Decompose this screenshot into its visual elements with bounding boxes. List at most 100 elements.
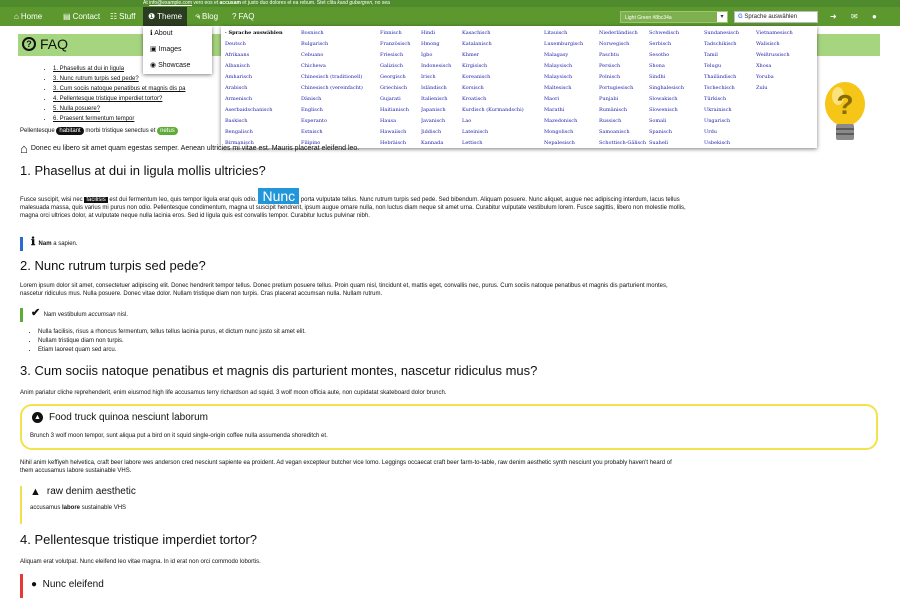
language-option[interactable]: Sundanesisch <box>704 28 756 39</box>
language-option[interactable]: Javanisch <box>421 116 462 127</box>
language-option[interactable]: Marathi <box>544 105 599 116</box>
language-option[interactable]: Türkisch <box>704 94 756 105</box>
theme-select[interactable]: Light Green #8bc34a ▾ <box>620 11 728 23</box>
login-icon[interactable]: ➜ <box>830 7 837 26</box>
language-option[interactable]: Französisch <box>380 39 421 50</box>
language-option[interactable]: Albanisch <box>225 61 301 72</box>
language-option[interactable]: Jiddisch <box>421 127 462 138</box>
language-option[interactable]: Bengalisch <box>225 127 301 138</box>
language-option[interactable]: Zulu <box>756 83 816 94</box>
language-option[interactable]: Mongolisch <box>544 127 599 138</box>
language-option[interactable]: Nepalesisch <box>544 138 599 149</box>
language-option[interactable]: Griechisch <box>380 83 421 94</box>
language-option[interactable]: Chinesisch (vereinfacht) <box>301 83 380 94</box>
language-option[interactable]: Hausa <box>380 116 421 127</box>
language-option[interactable]: Hindi <box>421 28 462 39</box>
language-option[interactable]: Kurdisch (Kurmandschi) <box>462 105 544 116</box>
language-option[interactable]: Portugiesisch <box>599 83 649 94</box>
language-option[interactable]: Chinesisch (traditionell) <box>301 72 380 83</box>
language-option[interactable]: Kroatisch <box>462 94 544 105</box>
language-option[interactable]: Cebuano <box>301 50 380 61</box>
language-option[interactable]: Katalanisch <box>462 39 544 50</box>
menu-item-about[interactable]: ℹ About <box>143 26 212 42</box>
language-option[interactable]: Koreanisch <box>462 72 544 83</box>
language-option[interactable]: Deutsch <box>225 39 301 50</box>
language-option[interactable]: Hebräisch <box>380 138 421 149</box>
language-option[interactable]: Yoruba <box>756 72 816 83</box>
language-option[interactable]: Sesotho <box>649 50 704 61</box>
language-option[interactable]: Malaysisch <box>544 61 599 72</box>
language-option[interactable]: Khmer <box>462 50 544 61</box>
menu-item-showcase[interactable]: ◉ Showcase <box>143 58 212 74</box>
language-option[interactable]: Isländisch <box>421 83 462 94</box>
menu-item-images[interactable]: ▣ Images <box>143 42 212 58</box>
language-option[interactable]: Maori <box>544 94 599 105</box>
language-option[interactable]: Estnisch <box>301 127 380 138</box>
language-option[interactable]: Dänisch <box>301 94 380 105</box>
language-option[interactable]: Hawaiisch <box>380 127 421 138</box>
language-option[interactable]: Slowenisch <box>649 105 704 116</box>
language-option[interactable]: Friesisch <box>380 50 421 61</box>
language-option[interactable]: Vietnamesisch <box>756 28 816 39</box>
language-option[interactable]: Amharisch <box>225 72 301 83</box>
language-option[interactable]: Georgisch <box>380 72 421 83</box>
language-option[interactable]: Suaheli <box>649 138 704 149</box>
language-option[interactable]: Singhalesisch <box>649 83 704 94</box>
language-option[interactable]: Schwedisch <box>649 28 704 39</box>
toc-link[interactable]: 5. Nulla posuere? <box>53 104 185 114</box>
language-option[interactable]: Baskisch <box>225 116 301 127</box>
nav-faq[interactable]: ? FAQ <box>232 7 254 26</box>
language-option[interactable]: Gujarati <box>380 94 421 105</box>
language-option[interactable]: Hmong <box>421 39 462 50</box>
github-icon[interactable]: ● <box>872 7 877 26</box>
language-option[interactable]: Niederländisch <box>599 28 649 39</box>
language-option[interactable]: Haitianisch <box>380 105 421 116</box>
toc-link[interactable]: 3. Cum sociis natoque penatibus et magni… <box>53 84 185 94</box>
language-option[interactable]: Tamil <box>704 50 756 61</box>
language-option[interactable]: Mazedonisch <box>544 116 599 127</box>
nav-blog[interactable]: ຈ Blog <box>195 7 218 26</box>
language-option[interactable]: Paschtu <box>599 50 649 61</box>
language-option[interactable]: Englisch <box>301 105 380 116</box>
language-option[interactable]: Armenisch <box>225 94 301 105</box>
language-option[interactable]: Lettisch <box>462 138 544 149</box>
language-option[interactable]: Bulgarisch <box>301 39 380 50</box>
language-option[interactable]: Schottisch-Gälisch <box>599 138 649 149</box>
language-option[interactable]: Lateinisch <box>462 127 544 138</box>
language-option[interactable]: Persisch <box>599 61 649 72</box>
language-option[interactable]: Ungarisch <box>704 116 756 127</box>
language-option[interactable]: Thailändisch <box>704 72 756 83</box>
translate-select[interactable]: G Sprache auswählen <box>734 11 818 23</box>
language-option[interactable]: Bosnisch <box>301 28 380 39</box>
toc-link[interactable]: 4. Pellentesque tristique imperdiet tort… <box>53 94 185 104</box>
language-option[interactable]: Tadschikisch <box>704 39 756 50</box>
nav-home[interactable]: ⌂ Home <box>14 7 42 26</box>
nav-contact[interactable]: ▤ Contact <box>63 7 100 26</box>
language-option[interactable]: Kasachisch <box>462 28 544 39</box>
language-option[interactable]: Maltesisch <box>544 83 599 94</box>
nav-theme[interactable]: ❶ Theme <box>143 7 188 26</box>
email-link[interactable]: info@example.com <box>149 0 192 6</box>
language-option[interactable]: Telugu <box>704 61 756 72</box>
language-option[interactable]: Esperanto <box>301 116 380 127</box>
language-option[interactable]: Korsisch <box>462 83 544 94</box>
language-option[interactable]: Arabisch <box>225 83 301 94</box>
language-option[interactable]: Ukrainisch <box>704 105 756 116</box>
language-option[interactable]: Weißrussisch <box>756 50 816 61</box>
language-option[interactable]: Norwegisch <box>599 39 649 50</box>
language-option[interactable]: Italienisch <box>421 94 462 105</box>
language-option[interactable]: Lao <box>462 116 544 127</box>
language-option[interactable]: Sindhi <box>649 72 704 83</box>
language-option[interactable]: Galizisch <box>380 61 421 72</box>
language-option[interactable]: Spanisch <box>649 127 704 138</box>
mail-icon[interactable]: ✉ <box>851 7 858 26</box>
language-option[interactable]: Chichewa <box>301 61 380 72</box>
language-option[interactable]: Malagasy <box>544 50 599 61</box>
language-option[interactable]: Somali <box>649 116 704 127</box>
language-option[interactable]: Polnisch <box>599 72 649 83</box>
language-option[interactable]: Russisch <box>599 116 649 127</box>
language-option[interactable]: Usbekisch <box>704 138 756 149</box>
language-option[interactable]: Irisch <box>421 72 462 83</box>
language-option[interactable]: Shona <box>649 61 704 72</box>
language-option[interactable]: Malaysisch <box>544 72 599 83</box>
